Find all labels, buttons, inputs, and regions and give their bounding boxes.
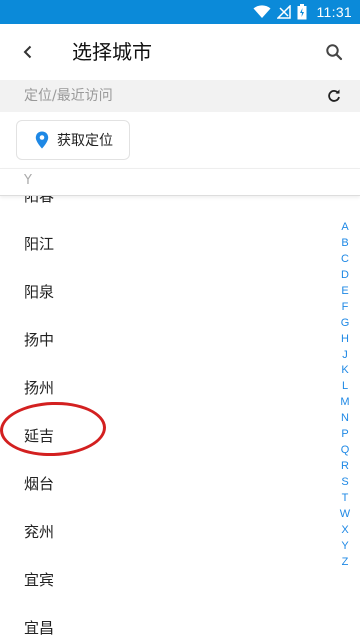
alpha-letter[interactable]: P	[338, 427, 352, 443]
page-title: 选择城市	[72, 40, 152, 64]
city-item[interactable]: 延吉	[0, 412, 330, 460]
alpha-letter[interactable]: A	[338, 220, 352, 236]
alpha-letter[interactable]: R	[338, 459, 352, 475]
back-button[interactable]	[14, 38, 42, 66]
recent-label: 定位/最近访问	[24, 88, 113, 104]
alpha-letter[interactable]: D	[338, 268, 352, 284]
alpha-letter[interactable]: Z	[338, 555, 352, 571]
city-item[interactable]: 阳泉	[0, 268, 330, 316]
alpha-letter[interactable]: H	[338, 332, 352, 348]
city-item[interactable]: 烟台	[0, 460, 330, 508]
city-name: 宜昌	[24, 619, 55, 637]
alpha-letter[interactable]: G	[338, 316, 352, 332]
city-name: 阳江	[24, 235, 55, 253]
alpha-letter[interactable]: K	[338, 363, 352, 379]
search-icon	[326, 44, 343, 61]
alpha-letter[interactable]: Q	[338, 443, 352, 459]
alpha-letter[interactable]: M	[338, 395, 352, 411]
status-bar: 11:31	[0, 0, 360, 24]
city-name: 阳春	[24, 196, 55, 205]
city-item[interactable]: 阳春	[0, 196, 330, 220]
city-name: 兖州	[24, 523, 55, 541]
section-letter: Y	[24, 173, 32, 188]
alpha-letter[interactable]: E	[338, 284, 352, 300]
city-name: 宜宾	[24, 571, 55, 589]
city-item[interactable]: 扬中	[0, 316, 330, 364]
alpha-letter[interactable]: C	[338, 252, 352, 268]
header: 选择城市	[0, 24, 360, 80]
get-location-button[interactable]: 获取定位	[16, 120, 130, 160]
get-location-label: 获取定位	[57, 133, 113, 149]
city-name: 扬中	[24, 331, 55, 349]
alpha-letter[interactable]: F	[338, 300, 352, 316]
refresh-icon[interactable]	[326, 88, 342, 104]
city-list: 阳春 阳江 阳泉 扬中 扬州 延吉 烟台 兖州 宜宾 宜昌	[0, 196, 330, 640]
city-item[interactable]: 阳江	[0, 220, 330, 268]
city-name: 烟台	[24, 475, 55, 493]
city-item[interactable]: 扬州	[0, 364, 330, 412]
search-button[interactable]	[320, 38, 348, 66]
alpha-letter[interactable]: X	[338, 523, 352, 539]
city-item[interactable]: 宜昌	[0, 604, 330, 640]
wifi-icon	[253, 5, 270, 18]
alpha-letter[interactable]: T	[338, 491, 352, 507]
alpha-letter[interactable]: L	[338, 379, 352, 395]
status-icons: 11:31	[253, 0, 353, 24]
alpha-letter[interactable]: S	[338, 475, 352, 491]
section-header: Y	[0, 168, 360, 196]
city-item[interactable]: 宜宾	[0, 556, 330, 604]
alpha-letter[interactable]: J	[338, 348, 352, 364]
status-time: 11:31	[316, 4, 352, 20]
alphabet-index: A B C D E F G H J K L M N P Q R S T W X …	[338, 220, 352, 571]
alpha-letter[interactable]: Y	[338, 539, 352, 555]
recent-section-header: 定位/最近访问	[0, 80, 360, 112]
location-pin-icon	[35, 131, 49, 149]
no-signal-icon	[276, 5, 291, 19]
city-name: 扬州	[24, 379, 55, 397]
city-name: 延吉	[24, 427, 55, 445]
alpha-letter[interactable]: W	[338, 507, 352, 523]
battery-icon	[297, 4, 306, 20]
alpha-letter[interactable]: B	[338, 236, 352, 252]
city-item[interactable]: 兖州	[0, 508, 330, 556]
chevron-left-icon	[23, 45, 32, 59]
alpha-letter[interactable]: N	[338, 411, 352, 427]
city-name: 阳泉	[24, 283, 55, 301]
